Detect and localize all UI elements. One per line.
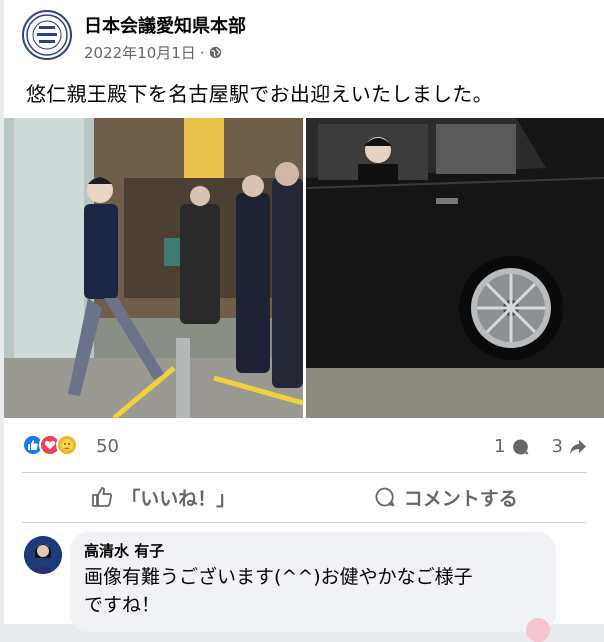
- care-icon: [56, 434, 78, 456]
- divider-top: [22, 472, 587, 473]
- like-button[interactable]: 「いいね！」: [22, 474, 305, 520]
- shares-count[interactable]: 3: [552, 436, 563, 457]
- comment-button[interactable]: コメントする: [305, 474, 588, 520]
- station-photo-image: [4, 118, 303, 418]
- photo-grid: [4, 118, 604, 418]
- commenter-photo-icon: [24, 536, 62, 574]
- page-avatar[interactable]: [22, 10, 72, 60]
- comment-icon: [375, 487, 395, 507]
- post-caption: 悠仁親王殿下を名古屋駅でお出迎えいたしました。: [26, 82, 493, 106]
- post-date[interactable]: 2022年10月1日: [84, 42, 196, 63]
- commenter-avatar[interactable]: [24, 536, 62, 574]
- photo-station-walk[interactable]: [4, 118, 303, 418]
- comments-count[interactable]: 1: [494, 436, 505, 457]
- comment-reaction-badge[interactable]: [526, 618, 550, 642]
- reactions-bar: 50 1 3: [22, 430, 587, 466]
- comment-item: 高清水 有子 画像有難うございます(^^)お健やかなご様子 ですね！: [22, 532, 587, 642]
- share-count-icon: [570, 439, 586, 454]
- facebook-post: 日本会議愛知県本部 2022年10月1日 · 悠仁親王殿下を名古屋駅でお出迎えい…: [4, 0, 604, 642]
- comment-text: 画像有難うございます(^^)お健やかなご様子 ですね！: [84, 563, 542, 619]
- thumbs-up-icon: [92, 487, 113, 507]
- car-photo-image: [306, 118, 604, 418]
- photo-in-car[interactable]: [306, 118, 604, 418]
- page-name[interactable]: 日本会議愛知県本部: [84, 12, 246, 38]
- reaction-icons[interactable]: [22, 434, 78, 456]
- divider-bottom: [22, 522, 587, 523]
- globe-icon: [209, 46, 221, 59]
- comment-text-line-2: ですね！: [84, 594, 161, 616]
- comment-text-line-1: 画像有難うございます(^^)お健やかなご様子: [84, 566, 473, 588]
- comment-button-label: コメントする: [403, 487, 518, 510]
- page-logo-icon: [26, 14, 68, 56]
- post-header: 日本会議愛知県本部 2022年10月1日 ·: [22, 10, 582, 62]
- commenter-name[interactable]: 高清水 有子: [84, 540, 542, 561]
- comment-bubble: 高清水 有子 画像有難うございます(^^)お健やかなご様子 ですね！: [70, 532, 556, 632]
- engagement-counts: 1 3: [494, 436, 587, 457]
- meta-separator: ·: [199, 43, 205, 62]
- reaction-count[interactable]: 50: [96, 436, 119, 457]
- comment-count-icon: [512, 438, 529, 454]
- post-meta: 2022年10月1日 ·: [84, 42, 222, 63]
- like-button-label: 「いいね！」: [121, 487, 236, 510]
- post-actions: 「いいね！」 コメントする: [22, 474, 587, 520]
